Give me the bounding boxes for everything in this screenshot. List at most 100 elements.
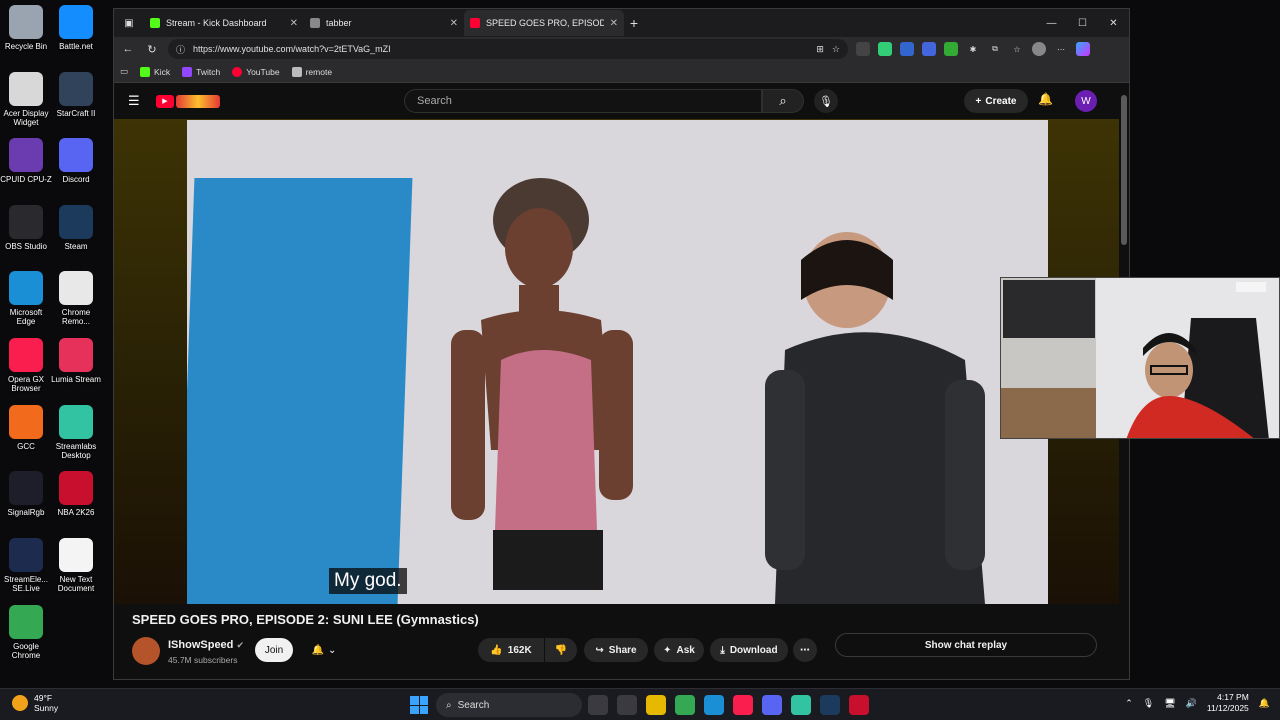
desktop-icon[interactable]: StreamEle... SE.Live [0, 538, 52, 593]
voice-search-button[interactable]: 🎙 [814, 89, 838, 113]
taskbar: 49°F Sunny ⌕ Search ⌃ 🎙 🖥 🔊 4:17 PM 11/12… [0, 688, 1280, 720]
chevron-up-icon[interactable]: ⌃ [1125, 698, 1133, 709]
create-button[interactable]: + Create [964, 89, 1028, 113]
desktop-icon[interactable]: CPUID CPU-Z [0, 138, 52, 184]
notifications-icon[interactable]: 🔔 [1259, 698, 1270, 709]
extension-icon[interactable] [878, 42, 892, 56]
task-view-icon[interactable] [617, 695, 637, 715]
url-field[interactable]: ⓘ https://www.youtube.com/watch?v=2tETVa… [168, 39, 848, 59]
bookmark-kick[interactable]: Kick [140, 66, 170, 77]
join-button[interactable]: Join [255, 638, 293, 662]
app-available-icon[interactable]: ⊞ [816, 44, 824, 55]
desktop-icon[interactable]: Microsoft Edge [0, 271, 52, 326]
copilot-icon[interactable] [1076, 42, 1090, 56]
close-icon[interactable]: ✕ [610, 18, 618, 29]
close-icon[interactable]: ✕ [290, 18, 298, 29]
bookmark-remote[interactable]: remote [291, 66, 332, 77]
extension-icon[interactable] [922, 42, 936, 56]
like-button[interactable]: 👍 162K [478, 638, 544, 662]
maximize-button[interactable]: ☐ [1067, 9, 1098, 37]
thumbs-down-icon: 👎 [554, 644, 568, 656]
bookmark-twitch[interactable]: Twitch [182, 66, 220, 77]
desktop-icon[interactable]: Google Chrome [0, 605, 52, 660]
scroll-thumb[interactable] [1121, 95, 1127, 245]
desktop-icon[interactable]: NBA 2K26 [50, 471, 102, 517]
desktop-icon[interactable]: Lumia Stream [50, 338, 102, 384]
desktop-icon[interactable]: Streamlabs Desktop [50, 405, 102, 460]
menu-icon[interactable]: ☰ [128, 93, 142, 109]
show-chat-replay-button[interactable]: Show chat replay [835, 633, 1097, 657]
edge-icon[interactable] [704, 695, 724, 715]
desktop-icon[interactable]: SignalRgb [0, 471, 52, 517]
opera-gx-icon [9, 338, 43, 372]
microphone-icon[interactable]: 🎙 [1143, 698, 1154, 709]
taskbar-search[interactable]: ⌕ Search [436, 693, 582, 717]
desktop-icon[interactable]: Steam [50, 205, 102, 251]
desktop-icon[interactable]: OBS Studio [0, 205, 52, 251]
clock[interactable]: 4:17 PM 11/12/2025 [1207, 692, 1249, 714]
minimize-button[interactable]: — [1036, 9, 1067, 37]
close-window-button[interactable]: ✕ [1098, 9, 1129, 37]
network-icon[interactable]: 🖥 [1164, 698, 1175, 709]
volume-icon[interactable]: 🔊 [1186, 698, 1197, 709]
video-player[interactable]: My god. [114, 119, 1119, 604]
notifications-bell-icon[interactable]: 🔔 [1038, 92, 1053, 106]
close-icon[interactable]: ✕ [450, 18, 458, 29]
desktop-icon-label: Acer Display Widget [3, 109, 49, 127]
tab-actions-icon[interactable]: ▣ [120, 14, 138, 32]
opera-gx-icon[interactable] [733, 695, 753, 715]
more-actions-button[interactable]: ⋯ [793, 638, 817, 662]
desktop-icon[interactable]: Chrome Remo... [50, 271, 102, 326]
desktop-icon[interactable]: Acer Display Widget [0, 72, 52, 127]
extensions-puzzle-icon[interactable]: ✱ [966, 42, 980, 56]
extension-icon[interactable] [856, 42, 870, 56]
refresh-button[interactable]: ↻ [144, 43, 160, 56]
extension-icon[interactable] [944, 42, 958, 56]
tab-title: tabber [326, 18, 352, 28]
bookmark-youtube[interactable]: YouTube [232, 66, 280, 77]
steam-icon[interactable] [820, 695, 840, 715]
profile-icon[interactable] [1032, 42, 1046, 56]
search-button[interactable]: ⌕ [762, 89, 804, 113]
desktop-icon-label: Steam [64, 242, 88, 251]
reading-list-icon[interactable]: ▭ [120, 66, 128, 77]
folder-icon[interactable] [646, 695, 666, 715]
search-input[interactable]: Search [404, 89, 762, 113]
channel-name[interactable]: IShowSpeed ✔ [168, 639, 244, 651]
favorite-star-icon[interactable]: ☆ [832, 44, 840, 55]
more-menu-icon[interactable]: ⋯ [1054, 42, 1068, 56]
ask-button[interactable]: ✦ Ask [654, 638, 704, 662]
desktop-icon[interactable]: New Text Document [50, 538, 102, 593]
favorites-icon[interactable]: ☆ [1010, 42, 1024, 56]
split-screen-icon[interactable]: ⧉ [988, 42, 1002, 56]
extension-icon[interactable] [900, 42, 914, 56]
share-button[interactable]: ↪ Share [584, 638, 648, 662]
window-controls: — ☐ ✕ [1036, 9, 1129, 37]
tab-youtube-video[interactable]: SPEED GOES PRO, EPISODE ✕ [464, 10, 624, 36]
discord-icon[interactable] [762, 695, 782, 715]
nba2k-icon[interactable] [849, 695, 869, 715]
tab-tabber[interactable]: tabber ✕ [304, 10, 464, 36]
desktop-icon[interactable]: Discord [50, 138, 102, 184]
subscription-bell-button[interactable]: 🔔 ⌄ [303, 638, 345, 662]
start-button[interactable] [410, 696, 428, 714]
file-explorer-icon[interactable] [588, 695, 608, 715]
weather-widget[interactable]: 49°F Sunny [12, 693, 58, 713]
chrome-icon[interactable] [675, 695, 695, 715]
desktop-icon[interactable]: Battle.net [50, 5, 102, 51]
channel-avatar[interactable] [132, 637, 160, 665]
desktop-icon[interactable]: Opera GX Browser [0, 338, 52, 393]
dislike-button[interactable]: 👎 [545, 638, 577, 662]
account-avatar[interactable]: W [1075, 90, 1097, 112]
video-frame[interactable]: My god. [187, 120, 1048, 604]
youtube-logo[interactable]: ▶ [156, 94, 220, 108]
desktop-icon[interactable]: Recycle Bin [0, 5, 52, 51]
streamlabs-icon[interactable] [791, 695, 811, 715]
desktop-icon[interactable]: StarCraft II [50, 72, 102, 118]
site-info-icon[interactable]: ⓘ [176, 43, 185, 56]
back-button[interactable]: ← [120, 43, 136, 55]
new-tab-button[interactable]: + [624, 15, 644, 31]
desktop-icon[interactable]: GCC [0, 405, 52, 451]
download-button[interactable]: ⤓ Download [710, 638, 788, 662]
tab-kick-dashboard[interactable]: Stream - Kick Dashboard ✕ [144, 10, 304, 36]
